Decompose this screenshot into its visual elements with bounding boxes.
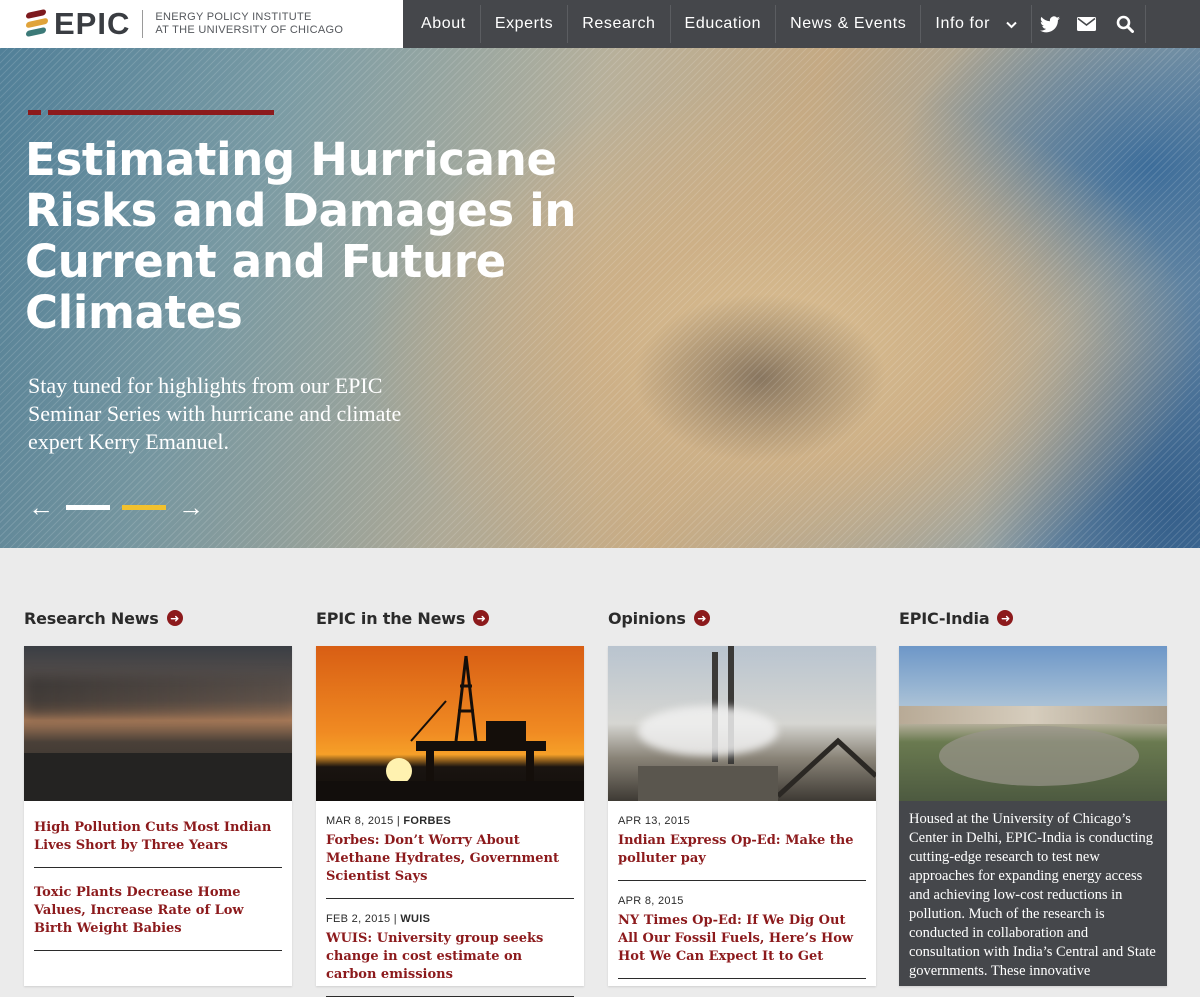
- logo-subtitle: ENERGY POLICY INSTITUTE AT THE UNIVERSIT…: [155, 11, 343, 37]
- story-source: FORBES: [403, 815, 452, 827]
- logo-divider: [142, 10, 144, 38]
- section-heading[interactable]: Opinions ➜: [608, 608, 876, 628]
- story-source: WUIS: [400, 913, 431, 925]
- story-title[interactable]: NY Times Op-Ed: If We Dig Out All Our Fo…: [618, 912, 866, 966]
- carousel-indicator-1[interactable]: [66, 504, 110, 510]
- news-card: MAR 8, 2015 | FORBES Forbes: Don’t Worry…: [316, 646, 584, 997]
- card-image[interactable]: [608, 646, 876, 801]
- section-heading-label: Research News: [24, 608, 159, 628]
- hero-title[interactable]: Estimating Hurricane Risks and Damages i…: [25, 134, 585, 338]
- arrow-left-icon[interactable]: ←: [28, 494, 54, 520]
- list-item: High Pollution Cuts Most Indian Lives Sh…: [34, 801, 282, 868]
- news-card: High Pollution Cuts Most Indian Lives Sh…: [24, 646, 292, 986]
- twitter-icon[interactable]: [1032, 5, 1068, 43]
- story-meta: MAR 8, 2015 | FORBES: [326, 815, 452, 827]
- india-description: Housed at the University of Chicago’s Ce…: [899, 801, 1167, 986]
- chevron-down-icon: [1006, 17, 1017, 32]
- story-title[interactable]: WUIS: University group seeks change in c…: [326, 930, 574, 984]
- logo-wordmark: EPIC: [54, 6, 131, 41]
- arrow-circle-right-icon: ➜: [693, 610, 710, 626]
- story-title[interactable]: Indian Express Op-Ed: Make the polluter …: [618, 832, 866, 868]
- main-nav: About Experts Research Education News & …: [403, 0, 1200, 48]
- list-item: APR 8, 2015 NY Times Op-Ed: If We Dig Ou…: [618, 881, 866, 979]
- epic-logo-icon: [26, 8, 48, 39]
- section-research-news: Research News ➜ High Pollution Cuts Most…: [24, 608, 292, 986]
- story-date: FEB 2, 2015: [326, 913, 391, 925]
- story-title[interactable]: Forbes: Don’t Worry About Methane Hydrat…: [326, 832, 574, 886]
- section-epic-in-the-news: EPIC in the News ➜ MAR 8, 2015 | FORBES …: [316, 608, 584, 997]
- story-meta: APR 13, 2015: [618, 815, 866, 827]
- story-date: APR 13, 2015: [618, 815, 691, 827]
- nav-item-info-for-label: Info for: [935, 15, 991, 32]
- hero-carousel: Estimating Hurricane Risks and Damages i…: [0, 48, 1200, 548]
- card-image[interactable]: [24, 646, 292, 801]
- arrow-circle-right-icon: ➜: [997, 610, 1014, 626]
- nav-item-experts[interactable]: Experts: [481, 5, 569, 43]
- story-date: APR 8, 2015: [618, 895, 684, 907]
- section-epic-india: EPIC-India ➜ Housed at the University of…: [899, 608, 1167, 986]
- story-title[interactable]: Toxic Plants Decrease Home Values, Incre…: [34, 884, 282, 938]
- nav-item-info-for[interactable]: Info for: [921, 5, 1033, 43]
- list-item: APR 13, 2015 Indian Express Op-Ed: Make …: [618, 801, 866, 881]
- story-meta: APR 8, 2015: [618, 895, 866, 907]
- india-card: Housed at the University of Chicago’s Ce…: [899, 646, 1167, 986]
- arrow-circle-right-icon: ➜: [473, 610, 490, 626]
- section-heading[interactable]: EPIC in the News ➜: [316, 608, 584, 628]
- nav-item-news-events[interactable]: News & Events: [776, 5, 922, 43]
- logo-subtitle-line2: AT THE UNIVERSITY OF CHICAGO: [155, 24, 344, 36]
- list-item: Toxic Plants Decrease Home Values, Incre…: [34, 868, 282, 951]
- nav-item-research[interactable]: Research: [568, 5, 671, 43]
- list-item: FEB 2, 2015 | WUIS WUIS: University grou…: [326, 899, 574, 997]
- story-meta: FEB 2, 2015 | WUIS: [326, 913, 431, 925]
- nav-item-about[interactable]: About: [407, 5, 481, 43]
- search-icon[interactable]: [1104, 5, 1147, 43]
- story-title[interactable]: High Pollution Cuts Most Indian Lives Sh…: [34, 819, 282, 855]
- section-heading[interactable]: EPIC-India ➜: [899, 608, 1167, 628]
- carousel-controls: ← →: [28, 494, 204, 520]
- nav-item-education[interactable]: Education: [671, 5, 777, 43]
- arrow-circle-right-icon: ➜: [166, 610, 183, 626]
- story-date: MAR 8, 2015: [326, 815, 394, 827]
- card-image[interactable]: [899, 646, 1167, 801]
- section-opinions: Opinions ➜ APR 13, 2015 Indian Express O…: [608, 608, 876, 986]
- section-heading[interactable]: Research News ➜: [24, 608, 292, 628]
- logo-subtitle-line1: ENERGY POLICY INSTITUTE: [155, 11, 312, 23]
- arrow-right-icon[interactable]: →: [178, 494, 204, 520]
- envelope-icon[interactable]: [1068, 5, 1104, 43]
- site-logo[interactable]: EPIC ENERGY POLICY INSTITUTE AT THE UNIV…: [0, 0, 403, 48]
- section-heading-label: EPIC in the News: [316, 608, 466, 628]
- carousel-indicator-2[interactable]: [122, 504, 166, 510]
- list-item: MAR 8, 2015 | FORBES Forbes: Don’t Worry…: [326, 801, 574, 899]
- hero-accent-rule: [28, 110, 274, 115]
- news-card: APR 13, 2015 Indian Express Op-Ed: Make …: [608, 646, 876, 986]
- card-image[interactable]: [316, 646, 584, 801]
- hero-subtitle: Stay tuned for highlights from our EPIC …: [28, 373, 402, 454]
- section-heading-label: Opinions: [608, 608, 686, 628]
- site-header: EPIC ENERGY POLICY INSTITUTE AT THE UNIV…: [0, 0, 1200, 48]
- section-heading-label: EPIC-India: [899, 608, 990, 628]
